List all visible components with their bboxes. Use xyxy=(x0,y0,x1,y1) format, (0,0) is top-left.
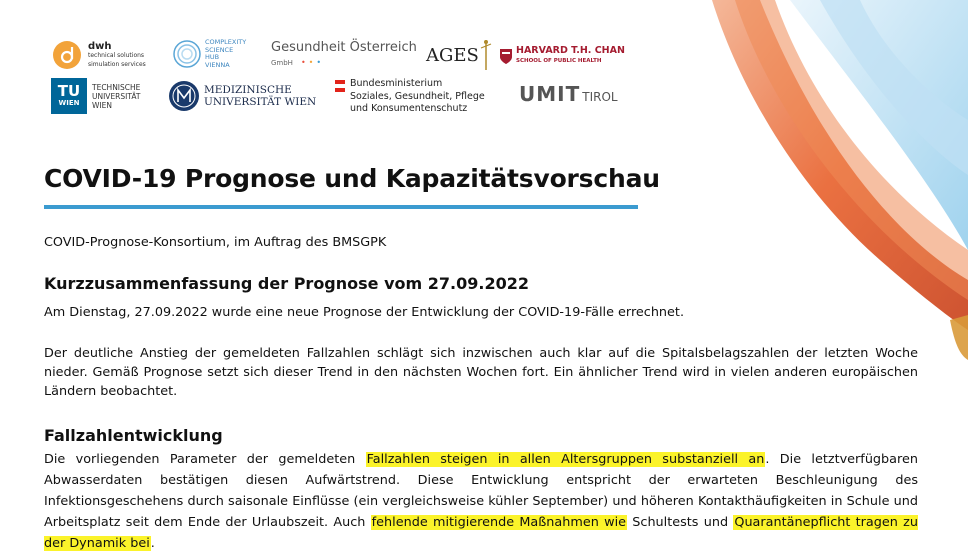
goeg-logo: Gesundheit Österreich GmbH ••• xyxy=(271,40,417,67)
goeg-name: Gesundheit Österreich xyxy=(271,40,417,55)
ages-logo: AGES xyxy=(426,38,493,72)
summary-paragraph-1: Am Dienstag, 27.09.2022 wurde eine neue … xyxy=(44,305,685,320)
umit-name: UMIT xyxy=(519,82,581,106)
harvard-sub: SCHOOL OF PUBLIC HEALTH xyxy=(516,58,602,64)
meduni-line2: UNIVERSITÄT WIEN xyxy=(204,96,317,108)
dwh-line2: simulation services xyxy=(88,60,146,68)
case-heading: Fallzahlentwicklung xyxy=(44,426,223,445)
dwh-logo: dwh technical solutions simulation servi… xyxy=(52,40,146,70)
case-text-4: . xyxy=(150,536,155,551)
goeg-sub: GmbH xyxy=(271,58,293,67)
dwh-name: dwh xyxy=(88,40,112,52)
bmsgpk-line2: Soziales, Gesundheit, Pflege xyxy=(350,90,485,102)
case-text-1: Die vorliegenden Parameter der gemeldete… xyxy=(44,452,366,467)
csh-logo: COMPLEXITY SCIENCE HUB VIENNA xyxy=(172,38,246,70)
ages-name: AGES xyxy=(426,44,479,66)
austria-flag-icon xyxy=(335,80,345,92)
tuwien-top: TU xyxy=(57,82,81,100)
harvard-logo: HARVARD T.H. CHAN SCHOOL OF PUBLIC HEALT… xyxy=(500,46,625,66)
bmsgpk-line1: Bundesministerium xyxy=(350,78,443,89)
tuwien-logo: TU WIEN TECHNISCHE UNIVERSITÄT WIEN xyxy=(51,78,141,114)
tuwien-bottom: WIEN xyxy=(58,99,80,107)
title-underline xyxy=(44,205,638,209)
csh-line4: VIENNA xyxy=(205,60,230,69)
case-text-3: Schultests und xyxy=(627,515,734,530)
tuwien-line1: TECHNISCHE xyxy=(92,82,141,92)
case-paragraph: Die vorliegenden Parameter der gemeldete… xyxy=(44,449,918,554)
goeg-dots-icon: ••• xyxy=(300,58,325,67)
highlight-2: fehlende mitigierende Maßnahmen wie xyxy=(370,515,627,530)
summary-heading: Kurzzusammenfassung der Prognose vom 27.… xyxy=(44,274,529,293)
umit-sub: TIROL xyxy=(582,90,618,104)
tuwien-icon: TU WIEN xyxy=(51,78,87,114)
partner-logos: dwh technical solutions simulation servi… xyxy=(48,38,648,123)
harvard-shield-icon xyxy=(500,48,512,64)
document-title: COVID-19 Prognose und Kapazitätsvorschau xyxy=(44,164,660,193)
harvard-name: HARVARD T.H. CHAN xyxy=(516,45,625,56)
csh-icon xyxy=(173,40,201,68)
umit-logo: UMIT TIROL xyxy=(519,82,618,106)
bmsgpk-line3: und Konsumentenschutz xyxy=(350,103,468,114)
highlight-1: Fallzahlen steigen in allen Altersgruppe… xyxy=(365,452,766,467)
meduni-logo: MEDIZINISCHE UNIVERSITÄT WIEN xyxy=(168,80,316,112)
meduni-seal-icon xyxy=(169,81,199,111)
bmsgpk-logo: Bundesministerium Soziales, Gesundheit, … xyxy=(335,78,485,116)
tuwien-line3: WIEN xyxy=(92,100,112,110)
summary-paragraph-2: Der deutliche Anstieg der gemeldeten Fal… xyxy=(44,346,918,399)
dwh-icon xyxy=(53,41,81,69)
meduni-line1: MEDIZINISCHE xyxy=(204,84,292,96)
ages-figure-icon xyxy=(480,40,492,70)
tuwien-line2: UNIVERSITÄT xyxy=(92,91,141,101)
consortium-line: COVID-Prognose-Konsortium, im Auftrag de… xyxy=(44,235,387,250)
dwh-line1: technical solutions xyxy=(88,51,145,59)
